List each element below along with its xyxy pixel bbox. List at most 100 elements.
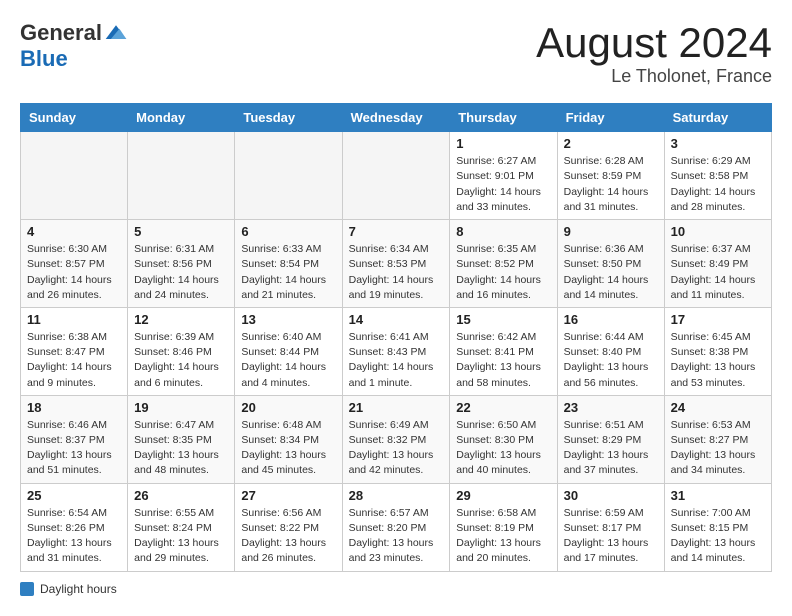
calendar-cell: 9Sunrise: 6:36 AM Sunset: 8:50 PM Daylig… xyxy=(557,220,664,308)
weekday-header-sunday: Sunday xyxy=(21,104,128,132)
day-number: 22 xyxy=(456,400,550,415)
calendar-cell xyxy=(342,132,450,220)
calendar-cell: 14 Sunrise: 6:41 AM Sunset: 8:43 PM Dayli… xyxy=(342,307,450,395)
day-info: Sunrise: 6:35 AM Sunset: 8:52 PM Dayligh… xyxy=(456,242,550,303)
day-number: 20 xyxy=(241,400,335,415)
day-info: Sunrise: 6:55 AM Sunset: 8:24 PM Dayligh… xyxy=(134,506,228,567)
day-number: 9 xyxy=(564,224,658,239)
calendar-cell xyxy=(235,132,342,220)
calendar-cell: 26 Sunrise: 6:55 AM Sunset: 8:24 PM Dayli… xyxy=(128,483,235,571)
day-info: Sunrise: 6:29 AM Sunset: 8:58 PM Dayligh… xyxy=(671,154,765,215)
day-info: Sunrise: 6:38 AM Sunset: 8:47 PM Dayligh… xyxy=(27,330,121,391)
day-info: Sunrise: 6:33 AM Sunset: 8:54 PM Dayligh… xyxy=(241,242,335,303)
day-info: Sunrise: 6:50 AM Sunset: 8:30 PM Dayligh… xyxy=(456,418,550,479)
day-number: 4 xyxy=(27,224,121,239)
day-number: 15 xyxy=(456,312,550,327)
week-row-1: 1 Sunrise: 6:27 AM Sunset: 9:01 PM Daylig… xyxy=(21,132,772,220)
month-title: August 2024 xyxy=(536,20,772,66)
calendar-cell: 29 Sunrise: 6:58 AM Sunset: 8:19 PM Dayli… xyxy=(450,483,557,571)
day-info: Sunrise: 6:27 AM Sunset: 9:01 PM Dayligh… xyxy=(456,154,550,215)
day-info: Sunrise: 6:56 AM Sunset: 8:22 PM Dayligh… xyxy=(241,506,335,567)
calendar-cell: 17 Sunrise: 6:45 AM Sunset: 8:38 PM Dayli… xyxy=(664,307,771,395)
calendar-cell: 12Sunrise: 6:39 AM Sunset: 8:46 PM Dayli… xyxy=(128,307,235,395)
day-info: Sunrise: 6:48 AM Sunset: 8:34 PM Dayligh… xyxy=(241,418,335,479)
calendar-cell: 28 Sunrise: 6:57 AM Sunset: 8:20 PM Dayli… xyxy=(342,483,450,571)
day-number: 21 xyxy=(349,400,444,415)
calendar-cell: 2 Sunrise: 6:28 AM Sunset: 8:59 PM Daylig… xyxy=(557,132,664,220)
day-number: 11 xyxy=(27,312,121,327)
logo: General Blue xyxy=(20,20,128,72)
day-number: 18 xyxy=(27,400,121,415)
day-number: 12 xyxy=(134,312,228,327)
logo-icon xyxy=(104,23,128,43)
calendar-cell: 25 Sunrise: 6:54 AM Sunset: 8:26 PM Dayli… xyxy=(21,483,128,571)
day-info: Sunrise: 6:53 AM Sunset: 8:27 PM Dayligh… xyxy=(671,418,765,479)
calendar-cell: 7Sunrise: 6:34 AM Sunset: 8:53 PM Daylig… xyxy=(342,220,450,308)
weekday-header-tuesday: Tuesday xyxy=(235,104,342,132)
day-number: 1 xyxy=(456,136,550,151)
day-number: 2 xyxy=(564,136,658,151)
day-info: Sunrise: 6:59 AM Sunset: 8:17 PM Dayligh… xyxy=(564,506,658,567)
calendar-cell: 1 Sunrise: 6:27 AM Sunset: 9:01 PM Daylig… xyxy=(450,132,557,220)
day-info: Sunrise: 6:37 AM Sunset: 8:49 PM Dayligh… xyxy=(671,242,765,303)
calendar-cell: 13 Sunrise: 6:40 AM Sunset: 8:44 PM Dayli… xyxy=(235,307,342,395)
calendar-cell: 15 Sunrise: 6:42 AM Sunset: 8:41 PM Dayli… xyxy=(450,307,557,395)
day-info: Sunrise: 6:51 AM Sunset: 8:29 PM Dayligh… xyxy=(564,418,658,479)
calendar-cell xyxy=(128,132,235,220)
day-info: Sunrise: 6:28 AM Sunset: 8:59 PM Dayligh… xyxy=(564,154,658,215)
title-area: August 2024 Le Tholonet, France xyxy=(536,20,772,87)
day-number: 6 xyxy=(241,224,335,239)
day-info: Sunrise: 6:42 AM Sunset: 8:41 PM Dayligh… xyxy=(456,330,550,391)
day-number: 14 xyxy=(349,312,444,327)
day-info: Sunrise: 7:00 AM Sunset: 8:15 PM Dayligh… xyxy=(671,506,765,567)
week-row-2: 4Sunrise: 6:30 AM Sunset: 8:57 PM Daylig… xyxy=(21,220,772,308)
calendar-cell: 18 Sunrise: 6:46 AM Sunset: 8:37 PM Dayli… xyxy=(21,395,128,483)
day-info: Sunrise: 6:57 AM Sunset: 8:20 PM Dayligh… xyxy=(349,506,444,567)
week-row-5: 25 Sunrise: 6:54 AM Sunset: 8:26 PM Dayli… xyxy=(21,483,772,571)
day-number: 17 xyxy=(671,312,765,327)
day-number: 16 xyxy=(564,312,658,327)
calendar-cell: 5 Sunrise: 6:31 AM Sunset: 8:56 PM Daylig… xyxy=(128,220,235,308)
calendar-cell: 10 Sunrise: 6:37 AM Sunset: 8:49 PM Dayli… xyxy=(664,220,771,308)
day-number: 26 xyxy=(134,488,228,503)
week-row-4: 18 Sunrise: 6:46 AM Sunset: 8:37 PM Dayli… xyxy=(21,395,772,483)
calendar-cell: 3 Sunrise: 6:29 AM Sunset: 8:58 PM Daylig… xyxy=(664,132,771,220)
day-info: Sunrise: 6:31 AM Sunset: 8:56 PM Dayligh… xyxy=(134,242,228,303)
day-number: 10 xyxy=(671,224,765,239)
location-title: Le Tholonet, France xyxy=(536,66,772,87)
calendar-cell: 21Sunrise: 6:49 AM Sunset: 8:32 PM Dayli… xyxy=(342,395,450,483)
calendar-cell: 6 Sunrise: 6:33 AM Sunset: 8:54 PM Daylig… xyxy=(235,220,342,308)
weekday-header-row: SundayMondayTuesdayWednesdayThursdayFrid… xyxy=(21,104,772,132)
day-info: Sunrise: 6:58 AM Sunset: 8:19 PM Dayligh… xyxy=(456,506,550,567)
day-number: 8 xyxy=(456,224,550,239)
footer-legend: Daylight hours xyxy=(20,582,772,596)
day-info: Sunrise: 6:54 AM Sunset: 8:26 PM Dayligh… xyxy=(27,506,121,567)
day-info: Sunrise: 6:45 AM Sunset: 8:38 PM Dayligh… xyxy=(671,330,765,391)
calendar-table: SundayMondayTuesdayWednesdayThursdayFrid… xyxy=(20,103,772,571)
day-number: 5 xyxy=(134,224,228,239)
day-number: 13 xyxy=(241,312,335,327)
weekday-header-monday: Monday xyxy=(128,104,235,132)
day-info: Sunrise: 6:34 AM Sunset: 8:53 PM Dayligh… xyxy=(349,242,444,303)
day-number: 25 xyxy=(27,488,121,503)
weekday-header-friday: Friday xyxy=(557,104,664,132)
calendar-cell xyxy=(21,132,128,220)
weekday-header-thursday: Thursday xyxy=(450,104,557,132)
day-number: 28 xyxy=(349,488,444,503)
calendar-cell: 8 Sunrise: 6:35 AM Sunset: 8:52 PM Daylig… xyxy=(450,220,557,308)
calendar-cell: 16Sunrise: 6:44 AM Sunset: 8:40 PM Dayli… xyxy=(557,307,664,395)
day-number: 31 xyxy=(671,488,765,503)
day-info: Sunrise: 6:46 AM Sunset: 8:37 PM Dayligh… xyxy=(27,418,121,479)
logo-blue-text: Blue xyxy=(20,46,68,72)
day-info: Sunrise: 6:41 AM Sunset: 8:43 PM Dayligh… xyxy=(349,330,444,391)
day-number: 29 xyxy=(456,488,550,503)
calendar-cell: 30Sunrise: 6:59 AM Sunset: 8:17 PM Dayli… xyxy=(557,483,664,571)
day-number: 3 xyxy=(671,136,765,151)
logo-general-text: General xyxy=(20,20,102,46)
day-info: Sunrise: 6:40 AM Sunset: 8:44 PM Dayligh… xyxy=(241,330,335,391)
day-info: Sunrise: 6:47 AM Sunset: 8:35 PM Dayligh… xyxy=(134,418,228,479)
day-number: 27 xyxy=(241,488,335,503)
calendar-cell: 4Sunrise: 6:30 AM Sunset: 8:57 PM Daylig… xyxy=(21,220,128,308)
week-row-3: 11 Sunrise: 6:38 AM Sunset: 8:47 PM Dayli… xyxy=(21,307,772,395)
weekday-header-saturday: Saturday xyxy=(664,104,771,132)
